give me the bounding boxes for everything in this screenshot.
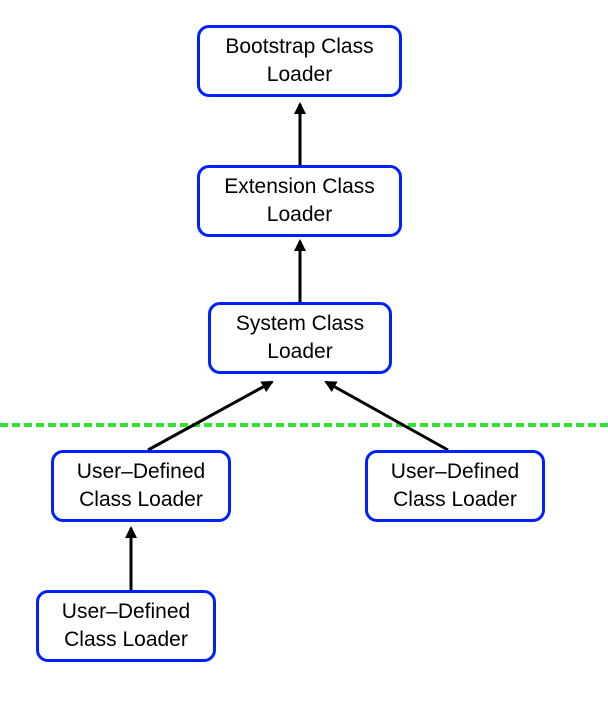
node-label-line2: Loader [267,63,332,86]
node-label-line2: Class Loader [64,628,188,651]
node-user-defined-right: User–Defined Class Loader [365,450,545,522]
node-label-line1: User–Defined [62,600,190,623]
node-user-defined-bottom: User–Defined Class Loader [36,590,216,662]
divider-line [0,423,608,427]
node-user-defined-left: User–Defined Class Loader [51,450,231,522]
node-label-line1: System Class [236,312,364,335]
node-label-line1: Bootstrap Class [225,35,373,58]
node-label-line1: User–Defined [77,460,205,483]
node-label-line2: Class Loader [393,488,517,511]
node-label-line2: Loader [267,203,332,226]
node-label-line1: Extension Class [224,175,375,198]
node-system: System Class Loader [208,302,392,374]
node-bootstrap: Bootstrap Class Loader [197,25,402,97]
node-extension: Extension Class Loader [197,165,402,237]
node-label-line2: Class Loader [79,488,203,511]
node-label-line2: Loader [267,340,332,363]
node-label-line1: User–Defined [391,460,519,483]
